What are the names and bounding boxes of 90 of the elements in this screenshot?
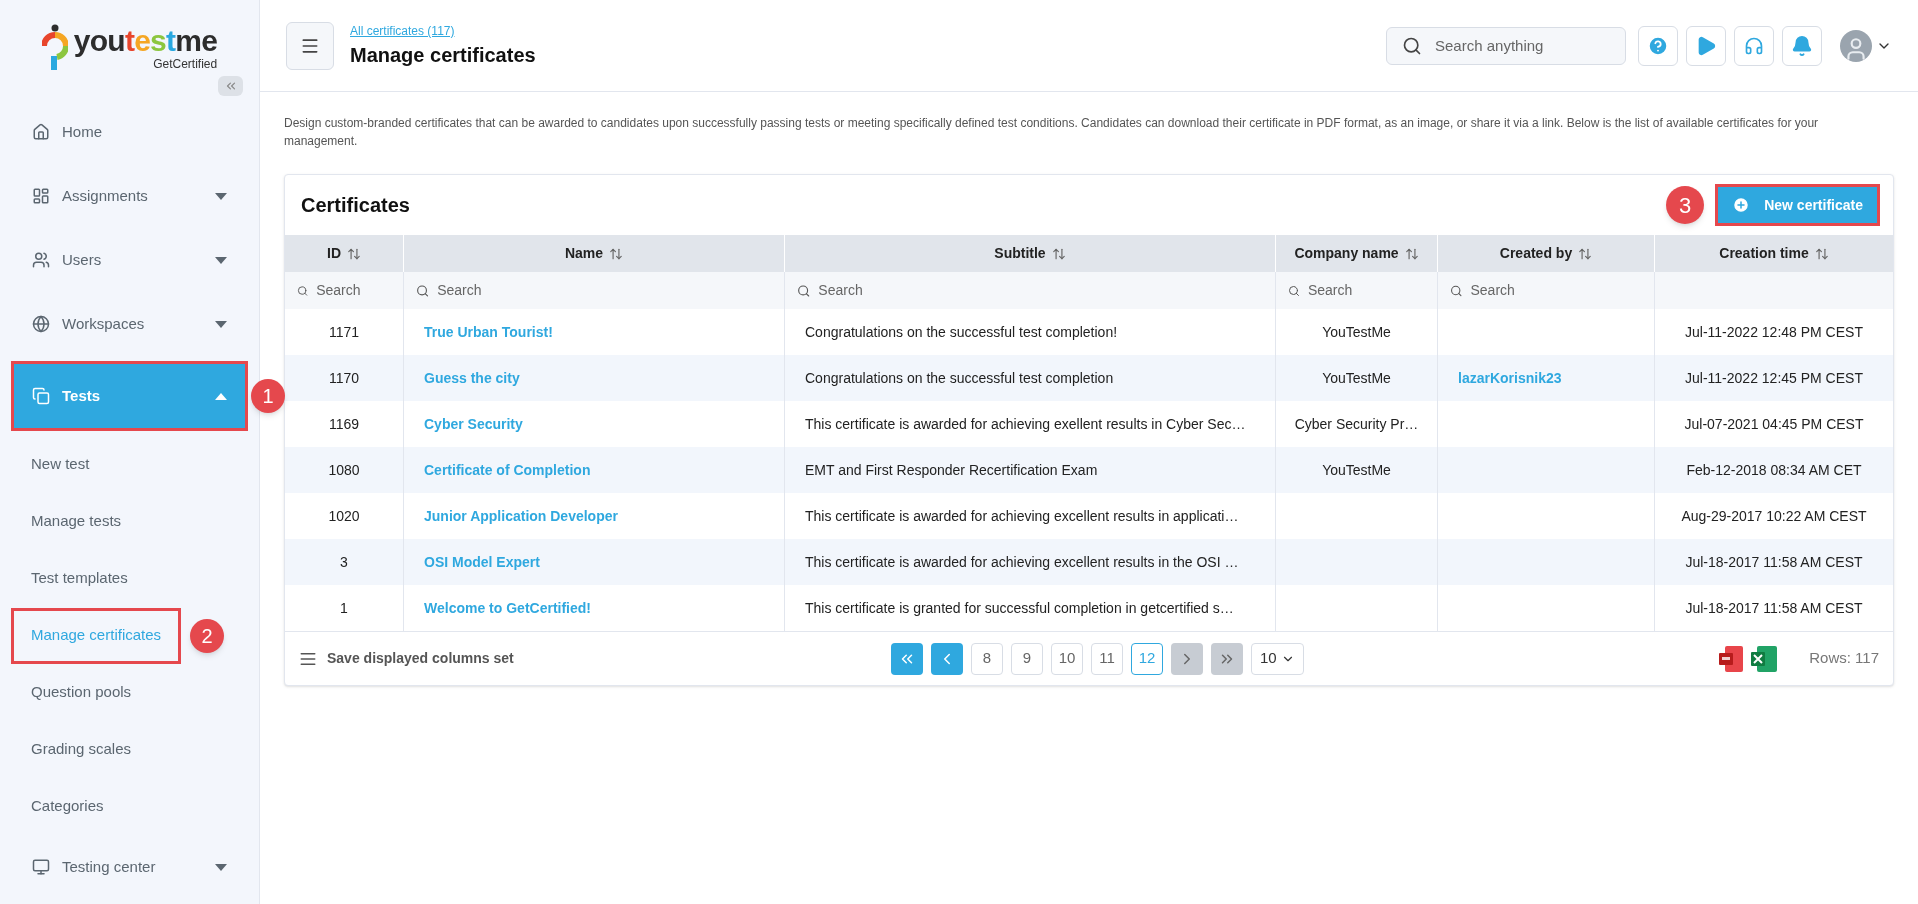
sort-icon (1814, 246, 1829, 261)
table-cell-text: EMT and First Responder Recertification Exam (805, 460, 1098, 480)
sidebar-subitem[interactable]: New test (14, 439, 107, 490)
column-header[interactable]: Creation time (1655, 235, 1893, 272)
search-icon (1402, 35, 1422, 56)
card-title: Certificates (301, 193, 410, 218)
play-button[interactable] (1686, 25, 1726, 66)
sort-icon (1578, 246, 1593, 261)
caret-icon (215, 320, 227, 328)
logo-tagline: GetCertified (153, 58, 218, 70)
table-cell-text: Congratulations on the successful test completion (805, 368, 1114, 388)
table-cell-text: Jul-07-2021 04:45 PM CEST (1684, 414, 1864, 434)
headset-icon (1744, 35, 1764, 56)
caret-icon (215, 392, 227, 400)
sort-icon (1051, 246, 1066, 261)
table-cell-text: 1020 (328, 506, 360, 526)
table-cell-text: Jul-11-2022 12:45 PM CEST (1685, 368, 1863, 388)
table-cell-text: Cyber Security Pr… (1294, 414, 1419, 434)
plus-circle-icon (1732, 196, 1751, 214)
logo-wordmark: youtestme (73, 26, 218, 56)
previous-page-button[interactable] (931, 642, 963, 675)
sidebar-subitem[interactable]: Manage tests (14, 496, 139, 547)
table-cell-text: This certificate is granted for successful completion in getcertified s… (805, 598, 1234, 618)
logo-icon (41, 24, 68, 72)
table-cell-text: 3 (340, 552, 348, 572)
column-search-field[interactable]: Search (316, 280, 391, 301)
sort-icon (609, 246, 624, 261)
table-cell-text: This certificate is awarded for achieving excellent results in the OSI … (805, 552, 1239, 572)
table-cell-text: This certificate is awarded for achieving excellent results in applicati… (805, 506, 1239, 526)
table-cell-text: YouTestMe (1322, 460, 1391, 480)
search-icon (297, 283, 309, 298)
page-size-select[interactable]: 10 (1251, 642, 1304, 675)
caret-icon (215, 192, 227, 200)
table-cell-text: 1170 (328, 368, 360, 388)
table-cell-text: 1169 (328, 414, 360, 434)
column-search-field[interactable]: Search (1470, 280, 1642, 301)
save-columns-link[interactable]: Save displayed columns set (327, 648, 514, 669)
sidebar-item[interactable]: Home (14, 100, 245, 164)
sidebar-item[interactable]: Users (14, 228, 245, 292)
table-cell-text: 1 (340, 598, 348, 618)
sidebar-item[interactable]: Assignments (14, 164, 245, 228)
first-page-button[interactable] (891, 642, 923, 675)
sidebar-subitem[interactable]: Categories (14, 781, 121, 832)
search-field[interactable]: Search anything (1386, 26, 1626, 65)
table-cell-text: YouTestMe (1322, 322, 1391, 342)
sort-icon (347, 246, 361, 261)
search-icon (416, 283, 430, 298)
callout-badge: 2 (190, 618, 225, 653)
pdf-export-icon[interactable] (1719, 645, 1744, 672)
column-search-field[interactable]: Search (1307, 280, 1425, 301)
table-cell-text: Jul-18-2017 11:58 AM CEST (1685, 598, 1863, 618)
table-cell-text: Aug-29-2017 10:22 AM CEST (1681, 506, 1867, 526)
table-cell-text: 1080 (328, 460, 360, 480)
column-search-field[interactable]: Search (437, 280, 772, 301)
bell-icon (1791, 34, 1813, 57)
search-icon (1450, 283, 1463, 298)
collapse-sidebar-button[interactable] (218, 76, 243, 96)
page-button[interactable]: 10 (1051, 642, 1083, 675)
sort-icon (1404, 246, 1419, 261)
callout-badge: 3 (1666, 186, 1705, 224)
sidebar-subitem[interactable]: Grading scales (14, 724, 149, 775)
table-cell-text: This certificate is awarded for achieving exellent results in Cyber Sec… (805, 414, 1246, 434)
search-icon (1288, 283, 1300, 298)
sidebar-subitem[interactable]: Test templates (14, 553, 145, 604)
page-button[interactable]: 8 (971, 642, 1003, 675)
sidebar-item[interactable]: Testing center (14, 835, 245, 899)
caret-icon (215, 863, 227, 871)
notifications-button[interactable] (1782, 25, 1822, 66)
rows-count: Rows: 117 (1809, 648, 1879, 669)
page-description: Design custom-branded certificates that can be awarded to candidates upon successfully passing tests or meeting specifically defined test conditions. Candidates can download their certificate in PDF format, as an image, or share it via a link. Below is the list of available certificates for your management. (284, 115, 1820, 150)
page-button[interactable]: 11 (1091, 642, 1123, 675)
menu-button[interactable] (286, 21, 334, 70)
table-cell-text: Feb-12-2018 08:34 AM CET (1686, 460, 1862, 480)
sidebar-item[interactable]: Workspaces (14, 292, 245, 356)
table-cell-text: Congratulations on the successful test completion! (805, 322, 1118, 342)
page-title: Manage certificates (350, 42, 536, 68)
search-icon (797, 283, 811, 298)
table-cell-text: Jul-18-2017 11:58 AM CEST (1685, 552, 1863, 572)
table-cell-text: 1171 (328, 322, 360, 342)
sidebar-subitem[interactable]: Question pools (14, 667, 149, 718)
caret-icon (215, 256, 227, 264)
column-search-field[interactable]: Search (818, 280, 1263, 301)
page-button[interactable]: 9 (1011, 642, 1043, 675)
support-button[interactable] (1734, 25, 1774, 66)
help-button[interactable] (1638, 25, 1678, 66)
table-cell-text: YouTestMe (1322, 368, 1391, 388)
help-icon (1647, 34, 1669, 57)
table-cell-text: Jul-11-2022 12:48 PM CEST (1685, 322, 1863, 342)
callout-badge: 1 (251, 379, 285, 413)
excel-export-icon[interactable] (1751, 645, 1778, 672)
